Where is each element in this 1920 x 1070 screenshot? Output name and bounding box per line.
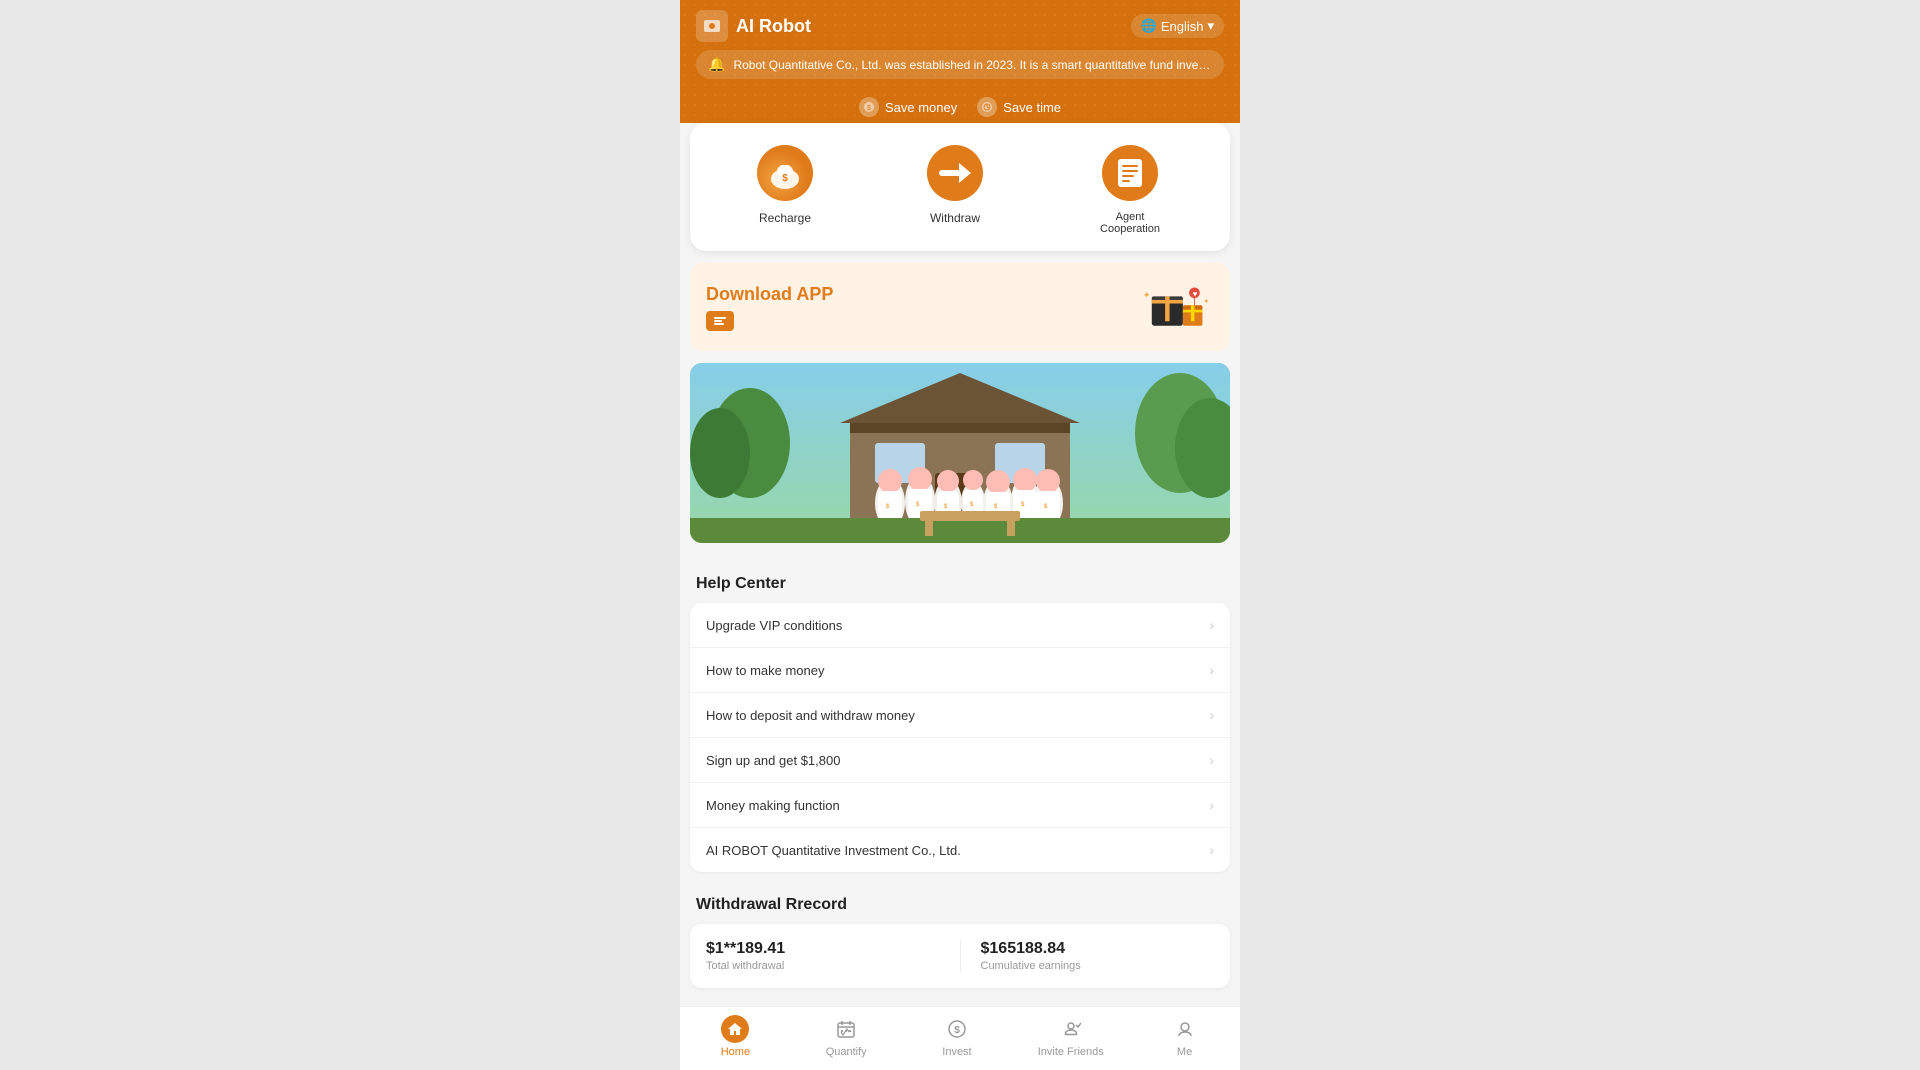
gift-image: ♥ ✦ ✦ bbox=[1134, 277, 1214, 337]
chevron-right-icon-2: › bbox=[1209, 662, 1214, 678]
download-sub-icon bbox=[706, 311, 734, 331]
help-item-deposit-withdraw[interactable]: How to deposit and withdraw money › bbox=[690, 693, 1230, 738]
save-time-badge: Save time bbox=[977, 97, 1061, 117]
invest-icon: $ bbox=[943, 1015, 971, 1043]
save-money-badge: $ Save money bbox=[859, 97, 957, 117]
nav-invite-label: Invite Friends bbox=[1038, 1046, 1104, 1058]
globe-icon: 🌐 bbox=[1141, 18, 1157, 34]
chevron-right-icon-4: › bbox=[1209, 752, 1214, 768]
nav-me[interactable]: Me bbox=[1155, 1015, 1215, 1058]
invite-icon bbox=[1057, 1015, 1085, 1043]
bell-icon: 🔔 bbox=[708, 56, 725, 73]
app-title: AI Robot bbox=[736, 16, 811, 37]
help-center-title: Help Center bbox=[680, 575, 1240, 603]
announcement-text: Robot Quantitative Co., Ltd. was establi… bbox=[733, 58, 1212, 72]
withdraw-action[interactable]: Withdraw bbox=[925, 143, 985, 235]
help-item-company[interactable]: AI ROBOT Quantitative Investment Co., Lt… bbox=[690, 828, 1230, 872]
download-app-banner[interactable]: Download APP bbox=[690, 263, 1230, 351]
download-app-title: Download APP bbox=[706, 284, 833, 305]
save-time-label: Save time bbox=[1003, 100, 1061, 115]
help-item-signup[interactable]: Sign up and get $1,800 › bbox=[690, 738, 1230, 783]
help-item-deposit-label: How to deposit and withdraw money bbox=[706, 708, 915, 723]
language-button[interactable]: 🌐 English ▾ bbox=[1131, 14, 1224, 38]
svg-text:✦: ✦ bbox=[1203, 297, 1209, 305]
chevron-down-icon: ▾ bbox=[1207, 18, 1214, 34]
nav-me-label: Me bbox=[1177, 1046, 1192, 1058]
hero-image: $ $ $ $ $ $ $ bbox=[690, 363, 1230, 543]
nav-invest-label: Invest bbox=[942, 1046, 971, 1058]
quantify-icon bbox=[832, 1015, 860, 1043]
withdrawal-title: Withdrawal Rrecord bbox=[680, 896, 1240, 924]
chevron-right-icon-3: › bbox=[1209, 707, 1214, 723]
withdrawal-amount-1: $1**189.41 bbox=[706, 940, 940, 958]
svg-text:✦: ✦ bbox=[1143, 290, 1151, 300]
help-item-function[interactable]: Money making function › bbox=[690, 783, 1230, 828]
help-item-vip-label: Upgrade VIP conditions bbox=[706, 618, 842, 633]
withdrawal-item-2: $165188.84 Cumulative earnings bbox=[981, 940, 1215, 972]
help-item-signup-label: Sign up and get $1,800 bbox=[706, 753, 840, 768]
chevron-right-icon-5: › bbox=[1209, 797, 1214, 813]
withdrawal-item-1: $1**189.41 Total withdrawal bbox=[706, 940, 940, 972]
nav-quantify[interactable]: Quantify bbox=[816, 1015, 876, 1058]
home-icon bbox=[721, 1015, 749, 1043]
help-item-make-money-label: How to make money bbox=[706, 663, 825, 678]
recharge-action[interactable]: $ Recharge bbox=[755, 143, 815, 235]
help-item-company-label: AI ROBOT Quantitative Investment Co., Lt… bbox=[706, 843, 961, 858]
withdraw-label: Withdraw bbox=[930, 211, 980, 225]
svg-text:$: $ bbox=[782, 173, 788, 184]
svg-text:♥: ♥ bbox=[1193, 289, 1198, 298]
app-logo-icon bbox=[696, 10, 728, 42]
svg-text:$: $ bbox=[954, 1025, 960, 1036]
logo-area: AI Robot bbox=[696, 10, 811, 42]
announcement-bar: 🔔 Robot Quantitative Co., Ltd. was estab… bbox=[696, 50, 1224, 79]
save-money-icon: $ bbox=[859, 97, 879, 117]
nav-home[interactable]: Home bbox=[705, 1015, 765, 1058]
action-card: $ Recharge Withdraw bbox=[690, 123, 1230, 251]
language-label: English bbox=[1161, 19, 1204, 34]
agent-cooperation-label: Agent Cooperation bbox=[1095, 211, 1165, 235]
withdrawal-label-2: Cumulative earnings bbox=[981, 960, 1215, 972]
withdrawal-section: Withdrawal Rrecord $1**189.41 Total with… bbox=[680, 890, 1240, 994]
recharge-label: Recharge bbox=[759, 211, 811, 225]
withdrawal-amount-2: $165188.84 bbox=[981, 940, 1215, 958]
nav-invest[interactable]: $ Invest bbox=[927, 1015, 987, 1058]
nav-home-label: Home bbox=[721, 1046, 750, 1058]
nav-invite[interactable]: Invite Friends bbox=[1038, 1015, 1104, 1058]
withdrawal-label-1: Total withdrawal bbox=[706, 960, 940, 972]
divider bbox=[960, 940, 961, 972]
withdrawal-card: $1**189.41 Total withdrawal $165188.84 C… bbox=[690, 924, 1230, 988]
save-money-label: Save money bbox=[885, 100, 957, 115]
nav-quantify-label: Quantify bbox=[826, 1046, 867, 1058]
chevron-right-icon: › bbox=[1209, 617, 1214, 633]
me-icon bbox=[1171, 1015, 1199, 1043]
help-item-make-money[interactable]: How to make money › bbox=[690, 648, 1230, 693]
help-center-section: Help Center Upgrade VIP conditions › How… bbox=[680, 559, 1240, 890]
agent-cooperation-action[interactable]: Agent Cooperation bbox=[1095, 143, 1165, 235]
svg-text:$: $ bbox=[867, 105, 871, 112]
help-center-card: Upgrade VIP conditions › How to make mon… bbox=[690, 603, 1230, 872]
save-time-icon bbox=[977, 97, 997, 117]
chevron-right-icon-6: › bbox=[1209, 842, 1214, 858]
bottom-navigation: Home Quantify bbox=[680, 1006, 1240, 1070]
help-item-function-label: Money making function bbox=[706, 798, 840, 813]
help-item-vip[interactable]: Upgrade VIP conditions › bbox=[690, 603, 1230, 648]
